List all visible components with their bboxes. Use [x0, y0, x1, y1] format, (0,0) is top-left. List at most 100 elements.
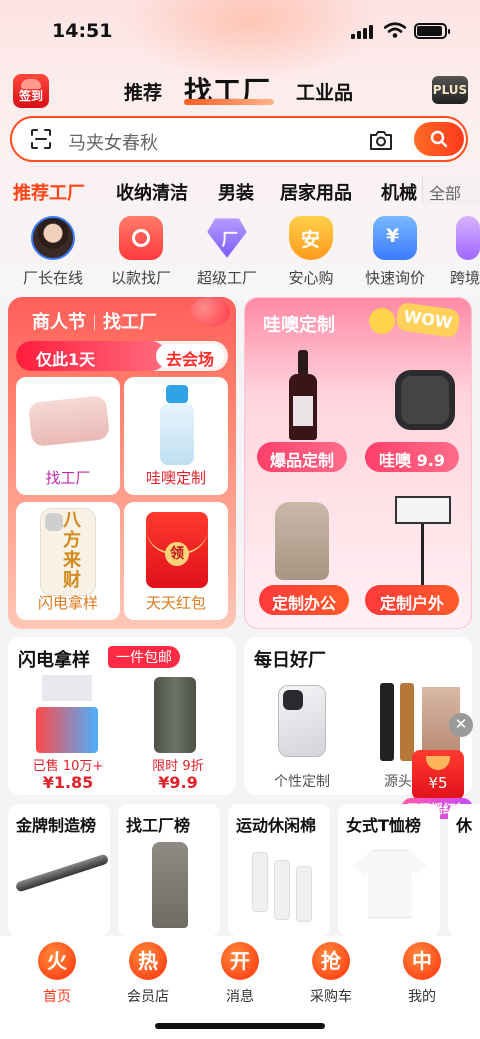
- nav-home[interactable]: 火 首页: [22, 942, 92, 1006]
- card-title-a: 商人节: [32, 312, 86, 333]
- emoji-sticker-icon: [369, 308, 395, 334]
- diamond-icon: 厂: [207, 218, 247, 258]
- close-icon[interactable]: ✕: [449, 713, 473, 737]
- cross-border-icon: [456, 216, 480, 260]
- nav-messages[interactable]: 开 消息: [205, 942, 275, 1006]
- wow-sticker: WOW: [395, 301, 461, 339]
- rank-card-womens-tshirt[interactable]: 女式T恤榜: [338, 804, 440, 936]
- merchant-festival-card[interactable]: 商人节 找工厂 仅此1天 去会场 找工厂 哇噢定制 八方来财 闪电拿样 领 天天红…: [8, 297, 236, 629]
- spray-bottle-image: [160, 385, 194, 465]
- category-home-goods[interactable]: 居家用品: [280, 179, 352, 205]
- curtain-rod-image: [14, 853, 110, 893]
- item-price: ¥1.85: [42, 773, 94, 792]
- pillow-image: [27, 395, 111, 447]
- rank-card-partial[interactable]: 休: [448, 804, 480, 936]
- tote-bag-image: [32, 675, 102, 755]
- source-label: 源头: [384, 774, 412, 790]
- go-venue-button[interactable]: 去会场: [156, 344, 224, 369]
- home-icon: 火: [38, 942, 76, 980]
- item-discount-note: 限时 9折: [152, 759, 204, 774]
- red-packet-image: 领: [146, 512, 208, 588]
- balloon-decoration: [190, 297, 230, 327]
- quick-super-factory[interactable]: 厂 超级工厂: [184, 216, 270, 288]
- quick-factory-owner-online[interactable]: 厂长在线: [10, 216, 96, 288]
- category-recommended-factory[interactable]: 推荐工厂: [13, 179, 85, 205]
- phone-case-image: 八方来财: [40, 508, 96, 596]
- rank-title: 金牌制造榜: [16, 816, 97, 835]
- socks-image: [252, 852, 312, 922]
- nav-purchase-cart[interactable]: 抢 采购车: [296, 942, 366, 1006]
- plus-button[interactable]: PLUS: [432, 76, 468, 104]
- wine-bottle-image: [289, 350, 317, 440]
- tile-label: 闪电拿样: [37, 594, 98, 612]
- quick-label: 厂长在线: [22, 269, 83, 287]
- rank-card-gold-manufacturing[interactable]: 金牌制造榜: [8, 804, 110, 936]
- quick-label: 超级工厂: [196, 269, 257, 287]
- tile-daily-red-packet[interactable]: 领 天天红包: [124, 502, 228, 620]
- wow-custom-card[interactable]: 哇噢定制 WOW 爆品定制 哇噢 9.9 定制办公 定制户外: [244, 297, 472, 629]
- tile-wow-custom[interactable]: 哇噢定制: [124, 377, 228, 495]
- rank-title: 运动休闲棉: [236, 816, 317, 835]
- rank-title: 女式T恤榜: [346, 816, 421, 835]
- item-sold-note: 已售 10万+: [32, 759, 104, 774]
- cart-icon: 抢: [312, 942, 350, 980]
- card-title-b: 找工厂: [103, 312, 157, 333]
- category-machinery[interactable]: 机械: [381, 179, 417, 205]
- tab-industrial[interactable]: 工业品: [296, 78, 353, 105]
- custom-label: 个性定制: [274, 774, 330, 790]
- one-day-label: 仅此1天: [16, 341, 166, 371]
- camera-icon[interactable]: [368, 128, 394, 152]
- tile-label: 天天红包: [145, 594, 206, 612]
- category-storage-cleaning[interactable]: 收纳清洁: [116, 179, 188, 205]
- scan-icon[interactable]: [30, 128, 52, 150]
- active-tab-underline: [184, 99, 274, 105]
- pill-hot-custom[interactable]: 爆品定制: [257, 442, 347, 472]
- quick-fast-inquiry[interactable]: ¥ 快速询价: [352, 216, 438, 288]
- rank-card-find-factory[interactable]: 找工厂榜: [118, 804, 220, 936]
- status-bar: 14:51: [0, 0, 480, 62]
- free-shipping-badge: 一件包邮: [108, 646, 180, 668]
- category-menswear[interactable]: 男装: [218, 179, 254, 205]
- search-button[interactable]: [414, 122, 464, 156]
- signin-button[interactable]: 签到: [13, 74, 49, 108]
- quick-label: 安心购: [288, 269, 334, 287]
- phone-case-text: 八方来财: [63, 510, 81, 591]
- wifi-icon: [384, 22, 406, 38]
- tile-flash-sample[interactable]: 八方来财 闪电拿样: [16, 502, 120, 620]
- phone-image: [278, 685, 326, 757]
- member-store-icon: 热: [129, 942, 167, 980]
- quick-cross-border[interactable]: 跨境: [436, 216, 480, 288]
- one-day-banner: 仅此1天 去会场: [16, 341, 228, 371]
- search-bar[interactable]: 马夹女春秋: [10, 116, 468, 162]
- nav-label: 消息: [226, 989, 254, 1005]
- flash-sample-title: 闪电拿样: [18, 650, 90, 671]
- merchant-festival-title: 商人节 找工厂: [32, 308, 157, 334]
- quick-find-by-style[interactable]: 以款找厂: [98, 216, 184, 288]
- pill-outdoor-custom[interactable]: 定制户外: [365, 585, 459, 615]
- rank-card-sport-cotton[interactable]: 运动休闲棉: [228, 804, 330, 936]
- tshirt-image: [354, 850, 426, 918]
- item-price: ¥9.9: [158, 773, 198, 792]
- search-icon: [430, 130, 448, 148]
- category-all-button[interactable]: 全部: [422, 176, 480, 204]
- status-time: 14:51: [52, 20, 113, 42]
- profile-icon: 中: [403, 942, 441, 980]
- search-placeholder[interactable]: 马夹女春秋: [68, 129, 158, 155]
- nav-label: 会员店: [127, 989, 169, 1005]
- rank-title: 休: [456, 816, 473, 835]
- pill-wow-9-9[interactable]: 哇噢 9.9: [365, 442, 459, 472]
- flash-sample-card[interactable]: 闪电拿样 一件包邮 已售 10万+ 限时 9折 ¥1.85 ¥9.9: [8, 637, 236, 795]
- nav-member-store[interactable]: 热 会员店: [113, 942, 183, 1006]
- nav-profile[interactable]: 中 我的: [387, 942, 457, 1006]
- shield-icon: 安: [289, 216, 333, 260]
- tile-find-factory[interactable]: 找工厂: [16, 377, 120, 495]
- messages-icon: 开: [221, 942, 259, 980]
- tab-recommend[interactable]: 推荐: [124, 78, 162, 105]
- pill-office-custom[interactable]: 定制办公: [259, 585, 349, 615]
- tile-label: 找工厂: [45, 469, 91, 487]
- cellular-signal-icon: [351, 24, 375, 39]
- hand-statue-image: [275, 502, 329, 580]
- rank-title: 找工厂榜: [126, 816, 191, 835]
- red-packet-float-button[interactable]: ¥5: [412, 750, 464, 800]
- quick-safe-buy[interactable]: 安 安心购: [268, 216, 354, 288]
